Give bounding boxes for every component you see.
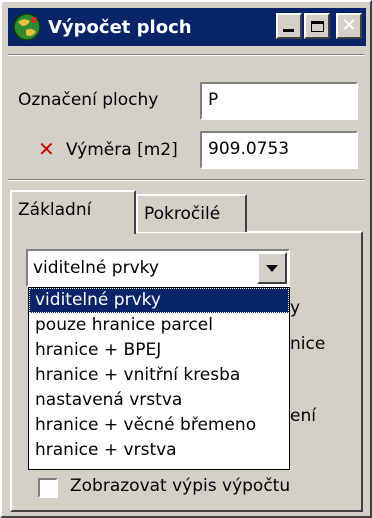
dropdown-option[interactable]: hranice + BPEJ xyxy=(29,338,289,363)
maximize-icon xyxy=(310,20,324,32)
dropdown-option[interactable]: pouze hranice parcel xyxy=(29,313,289,338)
minimize-icon xyxy=(283,29,294,32)
minimize-button[interactable] xyxy=(276,13,302,39)
tab-zakladni[interactable]: Základní xyxy=(10,190,136,234)
app-globe-icon xyxy=(13,13,41,41)
dropdown-list: viditelné prvky pouze hranice parcel hra… xyxy=(28,287,290,470)
dropdown-option[interactable]: viditelné prvky xyxy=(29,288,289,313)
separator-top xyxy=(8,54,365,56)
dropdown-option[interactable]: nastavená vrstva xyxy=(29,388,289,413)
dropdown-option[interactable]: hranice + vrstva xyxy=(29,438,289,463)
name-label: Označení plochy xyxy=(18,90,159,110)
error-x-icon: ✕ xyxy=(38,137,55,161)
checkbox-label[interactable]: Zobrazovat výpis výpočtu xyxy=(70,476,290,496)
dropdown-button[interactable] xyxy=(257,252,287,284)
hidden-text-fragment: y xyxy=(290,298,301,318)
select-value: viditelné prvky xyxy=(33,258,159,278)
show-calculation-checkbox[interactable] xyxy=(38,478,58,498)
separator-middle xyxy=(8,179,365,181)
name-field[interactable]: P xyxy=(200,82,358,120)
area-field[interactable]: 909.0753 xyxy=(200,131,358,169)
dropdown-option[interactable]: hranice + věcné břemeno xyxy=(29,413,289,438)
display-select[interactable]: viditelné prvky xyxy=(26,249,290,287)
window-title: Výpočet ploch xyxy=(48,16,192,38)
hidden-text-fragment: nice xyxy=(290,334,326,354)
close-icon: ✕ xyxy=(341,15,357,36)
title-bar[interactable]: Výpočet ploch ✕ xyxy=(8,8,366,46)
maximize-button[interactable] xyxy=(304,13,330,39)
area-label: Výměra [m2] xyxy=(66,140,178,160)
calculation-window: Výpočet ploch ✕ Označení plochy P ✕ Výmě… xyxy=(0,0,372,518)
hidden-text-fragment: ení xyxy=(290,406,316,426)
tab-pokrocile[interactable]: Pokročilé xyxy=(136,194,247,232)
dropdown-option[interactable]: hranice + vnitřní kresba xyxy=(29,363,289,388)
close-button[interactable]: ✕ xyxy=(336,13,362,39)
chevron-down-icon xyxy=(266,264,278,272)
